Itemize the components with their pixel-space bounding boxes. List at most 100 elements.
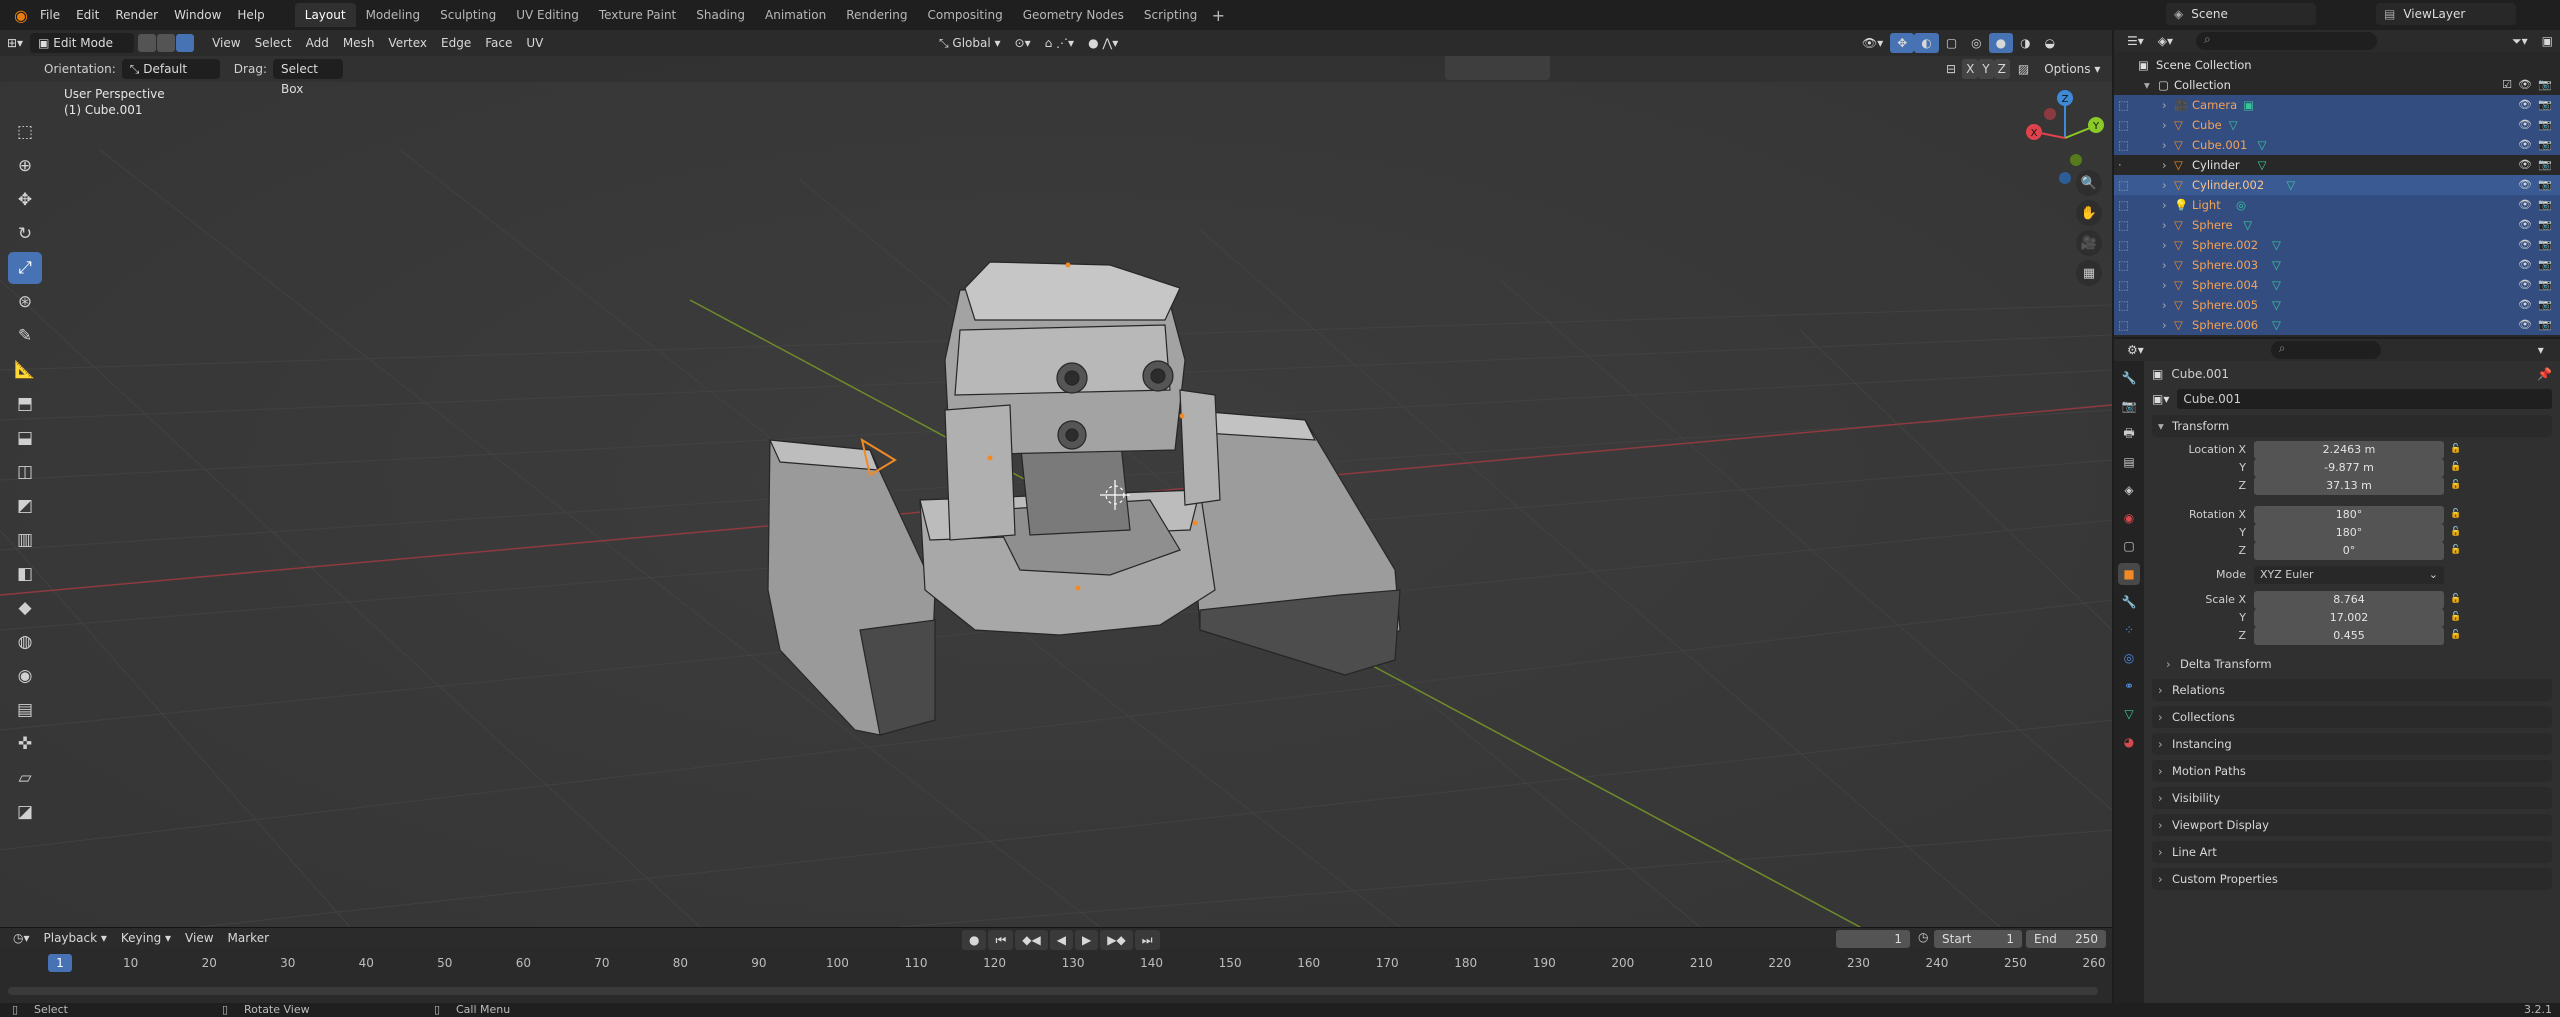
menu-marker[interactable]: Marker: [221, 928, 276, 948]
vertex-select-button[interactable]: [138, 34, 157, 52]
eye-icon[interactable]: 👁: [2518, 195, 2532, 215]
ortho-grid-icon[interactable]: ▦: [2076, 260, 2102, 286]
gizmo-neg-z-handle[interactable]: [2059, 172, 2071, 184]
line-art-panel-header[interactable]: › Line Art: [2152, 841, 2552, 863]
frame-ruler[interactable]: 1 10 20 30 40 50 60 70 80 90 100 110 120 130 140 150 160…: [0, 952, 2112, 972]
modifier-tab-icon[interactable]: 🔧: [2118, 591, 2140, 613]
menu-add[interactable]: Add: [299, 33, 336, 53]
object-data-icon[interactable]: ▽: [2258, 135, 2267, 155]
shading-solid-icon[interactable]: ●: [1988, 33, 2014, 53]
menu-view[interactable]: View: [205, 33, 247, 53]
rotation-z-field[interactable]: 0°: [2254, 542, 2444, 560]
delta-transform-header[interactable]: › Delta Transform: [2160, 653, 2552, 675]
eye-icon[interactable]: 👁: [2518, 135, 2532, 155]
render-camera-icon[interactable]: 📷: [2538, 115, 2552, 135]
shear-tool-icon[interactable]: ▱: [8, 762, 42, 794]
gizmo-toggle-icon[interactable]: ✥: [1890, 33, 1915, 53]
inset-tool-icon[interactable]: ◫: [8, 456, 42, 488]
outliner-search-input[interactable]: ⌕: [2196, 32, 2378, 50]
options-dropdown[interactable]: Options ▾: [2037, 59, 2107, 79]
menu-edge[interactable]: Edge: [434, 33, 478, 53]
timeline-scrollbar[interactable]: [8, 987, 2098, 995]
tab-modeling[interactable]: Modeling: [356, 3, 431, 27]
lock-icon[interactable]: 🔓: [2450, 527, 2461, 537]
blender-logo-icon[interactable]: ◉: [10, 4, 32, 26]
edit-mode-toggle-icon[interactable]: ⬚: [2118, 315, 2129, 335]
menu-keying[interactable]: Keying ▾: [114, 928, 178, 948]
edit-mode-toggle-icon[interactable]: ⬚: [2118, 295, 2129, 315]
outliner-item[interactable]: ⬚ › 💡 Light ◎ 👁 📷: [2114, 195, 2560, 215]
outliner-item[interactable]: ⬚ › ▽ Sphere.005 ▽ 👁 📷: [2114, 295, 2560, 315]
new-collection-icon[interactable]: ▣: [2535, 31, 2560, 51]
collection-tab-icon[interactable]: ▢: [2118, 535, 2140, 557]
menu-file[interactable]: File: [32, 0, 68, 30]
menu-mesh[interactable]: Mesh: [336, 33, 382, 53]
camera-view-icon[interactable]: 🎥: [2076, 230, 2102, 256]
menu-timeline-view[interactable]: View: [178, 928, 220, 948]
render-camera-icon[interactable]: 📷: [2538, 155, 2552, 175]
edge-slide-tool-icon[interactable]: ▤: [8, 694, 42, 726]
display-mode-icon[interactable]: ◈▾: [2151, 31, 2180, 51]
lock-icon[interactable]: 🔓: [2450, 480, 2461, 490]
material-tab-icon[interactable]: ◕: [2118, 731, 2140, 753]
render-camera-icon[interactable]: 📷: [2538, 235, 2552, 255]
select-box-tool-icon[interactable]: ⬚: [8, 116, 42, 148]
lock-icon[interactable]: 🔓: [2450, 462, 2461, 472]
orientation-dropdown[interactable]: ⤡ Global ▾: [932, 33, 1008, 53]
rotation-x-field[interactable]: 180°: [2254, 506, 2444, 524]
spin-tool-icon[interactable]: ◍: [8, 626, 42, 658]
timeline-editor-icon[interactable]: ◷▾: [6, 928, 37, 948]
world-tab-icon[interactable]: ◉: [2118, 507, 2140, 529]
filter-icon[interactable]: ⏷▾: [2505, 31, 2535, 51]
eye-icon[interactable]: 👁: [2518, 315, 2532, 335]
rotation-mode-dropdown[interactable]: XYZ Euler ⌄: [2254, 566, 2444, 584]
object-data-icon[interactable]: ▽: [2272, 235, 2281, 255]
loop-cut-tool-icon[interactable]: ▥: [8, 524, 42, 556]
menu-playback[interactable]: Playback ▾: [37, 928, 114, 948]
instancing-panel-header[interactable]: › Instancing: [2152, 733, 2552, 755]
smooth-tool-icon[interactable]: ◉: [8, 660, 42, 692]
location-y-field[interactable]: -9.877 m: [2254, 459, 2444, 477]
constraints-tab-icon[interactable]: ⚭: [2118, 675, 2140, 697]
object-data-icon[interactable]: ▣▾: [2152, 392, 2169, 406]
object-data-icon[interactable]: ▽: [2243, 215, 2252, 235]
annotate-tool-icon[interactable]: ✎: [8, 320, 42, 352]
expand-icon[interactable]: ›: [2162, 255, 2167, 275]
measure-tool-icon[interactable]: 📐: [8, 354, 42, 386]
object-data-icon[interactable]: ▽: [2272, 275, 2281, 295]
particles-tab-icon[interactable]: ⁘: [2118, 619, 2140, 641]
menu-vertex[interactable]: Vertex: [381, 33, 434, 53]
output-tab-icon[interactable]: 🖶: [2118, 423, 2140, 445]
object-data-icon[interactable]: ▽: [2272, 255, 2281, 275]
expand-icon[interactable]: ›: [2162, 95, 2167, 115]
menu-render[interactable]: Render: [107, 0, 166, 30]
expand-icon[interactable]: ›: [2162, 315, 2167, 335]
tab-rendering[interactable]: Rendering: [836, 3, 917, 27]
mirror-y-toggle[interactable]: Y: [1978, 59, 1994, 79]
object-data-icon[interactable]: ▽: [2272, 315, 2281, 335]
scene-collection-row[interactable]: ▣ Scene Collection: [2114, 55, 2560, 75]
shading-wireframe-icon[interactable]: ◎: [1964, 33, 1988, 53]
outliner-item[interactable]: · › ▽ Cylinder ▽ 👁 📷: [2114, 155, 2560, 175]
view-layer-selector[interactable]: ▤ ViewLayer: [2376, 3, 2516, 25]
visibility-icon[interactable]: 👁▾: [1855, 33, 1890, 53]
outliner-item[interactable]: ⬚ › ▽ Cylinder.002 ▽ 👁 📷: [2114, 175, 2560, 195]
render-camera-icon[interactable]: 📷: [2538, 275, 2552, 295]
rip-tool-icon[interactable]: ◪: [8, 796, 42, 828]
object-data-icon[interactable]: ▣: [2243, 95, 2254, 115]
edit-mode-toggle-icon[interactable]: ⬚: [2118, 215, 2129, 235]
add-cube-tool-icon[interactable]: ⬒: [8, 388, 42, 420]
location-x-field[interactable]: 2.2463 m: [2254, 441, 2444, 459]
snap-toggle[interactable]: ⌂ ⋰▾: [1038, 33, 1081, 53]
jump-end-icon[interactable]: ⏭: [1134, 930, 1160, 950]
expand-icon[interactable]: ›: [2162, 135, 2167, 155]
outliner-item[interactable]: ⬚ › ▽ Sphere ▽ 👁 📷: [2114, 215, 2560, 235]
menu-help[interactable]: Help: [229, 0, 272, 30]
mirror-z-toggle[interactable]: Z: [1993, 59, 2010, 79]
mirror-x-toggle[interactable]: X: [1962, 59, 1979, 79]
rotation-y-field[interactable]: 180°: [2254, 524, 2444, 542]
end-frame-field[interactable]: End 250: [2026, 930, 2106, 948]
tab-shading[interactable]: Shading: [686, 3, 755, 27]
gizmo-neg-x-handle[interactable]: [2044, 108, 2056, 120]
collection-eye-icon[interactable]: 👁: [2518, 75, 2532, 95]
